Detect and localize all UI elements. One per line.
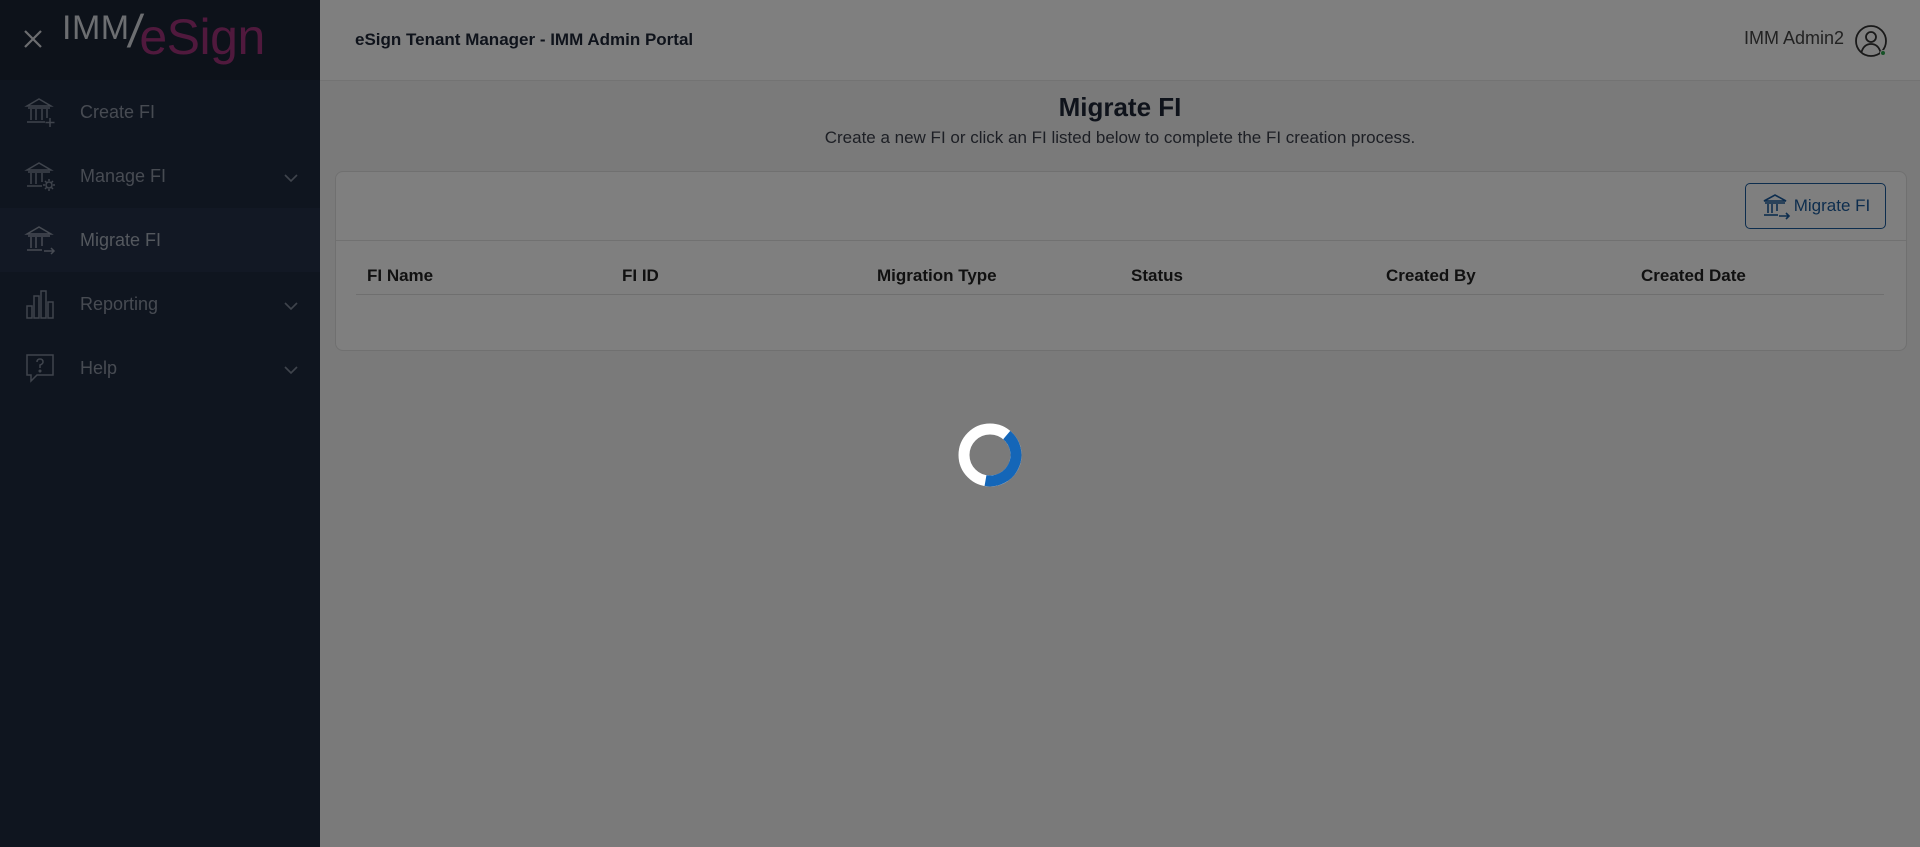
- loading-spinner-icon: [958, 423, 1022, 487]
